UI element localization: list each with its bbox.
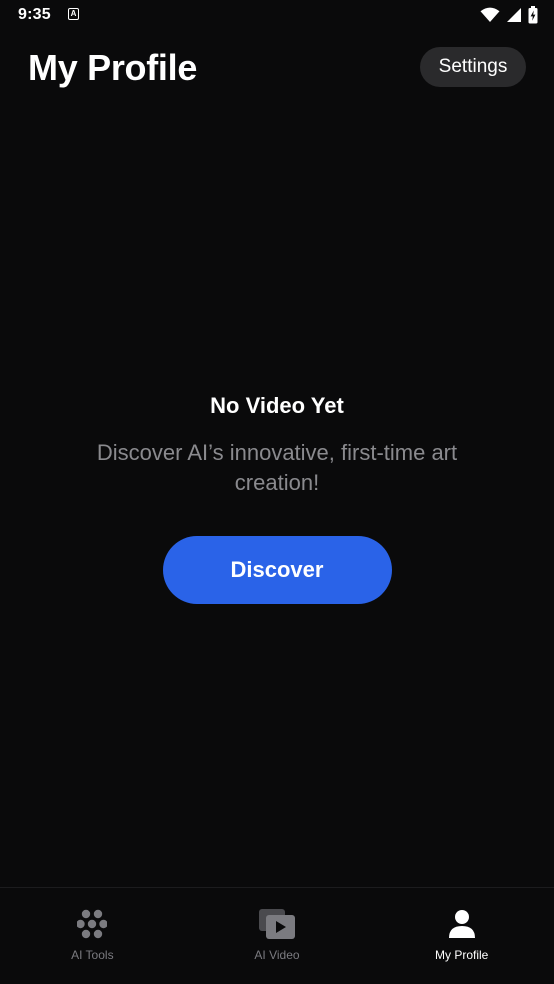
nav-label-ai-video: AI Video <box>254 948 300 962</box>
cellular-signal-icon <box>507 8 521 22</box>
empty-state-title: No Video Yet <box>210 393 344 418</box>
dots-grid-icon <box>77 908 108 940</box>
status-indicators <box>480 6 538 24</box>
page-title: My Profile <box>28 47 198 88</box>
nav-item-ai-tools[interactable]: AI Tools <box>0 888 185 984</box>
video-play-icon <box>258 908 296 940</box>
nav-label-ai-tools: AI Tools <box>71 948 114 962</box>
nav-item-ai-video[interactable]: AI Video <box>185 888 370 984</box>
settings-button[interactable]: Settings <box>420 47 526 87</box>
wifi-icon <box>480 7 500 22</box>
battery-icon <box>528 6 538 24</box>
empty-state-description: Discover AI’s innovative, first-time art… <box>96 440 458 495</box>
discover-button[interactable]: Discover <box>162 536 392 604</box>
nav-label-my-profile: My Profile <box>435 948 489 962</box>
empty-state: No Video Yet Discover AI’s innovative, f… <box>0 390 554 604</box>
notification-a-icon: A <box>68 8 79 20</box>
bottom-nav: AI Tools AI Video My Profile <box>0 887 554 984</box>
person-icon <box>448 908 476 940</box>
nav-item-my-profile[interactable]: My Profile <box>369 888 554 984</box>
status-time: 9:35 <box>18 6 51 23</box>
status-bar: 9:35 A <box>0 0 554 32</box>
